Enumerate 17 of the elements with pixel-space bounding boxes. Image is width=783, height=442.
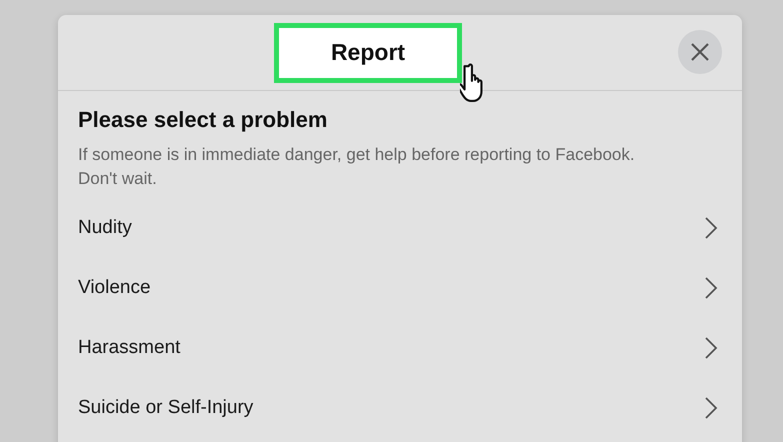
option-label: Suicide or Self-Injury <box>78 397 254 419</box>
close-button[interactable] <box>678 30 722 74</box>
option-label: Nudity <box>78 217 132 239</box>
dialog-title: Report <box>274 22 462 82</box>
problem-option[interactable]: Nudity <box>78 198 722 258</box>
problem-option[interactable]: Suicide or Self-Injury <box>78 378 722 438</box>
dialog-heading: Please select a problem <box>78 106 328 134</box>
option-label: Violence <box>78 277 151 299</box>
chevron-right-icon <box>704 216 718 240</box>
chevron-right-icon <box>704 276 718 300</box>
close-icon <box>690 42 710 62</box>
dialog-subtitle: If someone is in immediate danger, get help before reporting to Facebook. Don't wait. <box>78 144 636 190</box>
problem-option[interactable]: Violence <box>78 258 722 318</box>
chevron-right-icon <box>704 336 718 360</box>
option-label: Harassment <box>78 337 180 359</box>
chevron-right-icon <box>704 396 718 420</box>
problem-option[interactable]: Harassment <box>78 318 722 378</box>
